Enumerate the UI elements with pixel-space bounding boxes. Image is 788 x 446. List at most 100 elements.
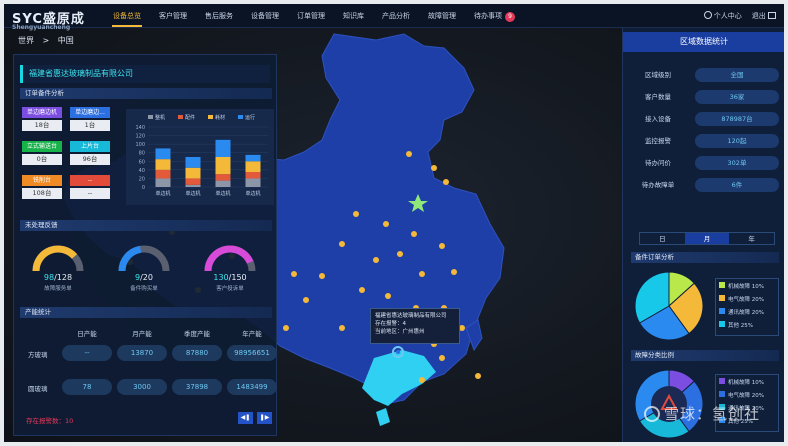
period-tab[interactable]: 月: [684, 233, 730, 244]
bar-segment[interactable]: [215, 180, 231, 187]
capacity-header: 月产能: [132, 330, 152, 338]
prev-page-button[interactable]: ◀❚: [238, 412, 253, 424]
capacity-cell: --: [62, 345, 112, 361]
legend-item: 通讯故障 20%: [719, 307, 775, 320]
bar-segment[interactable]: [155, 178, 171, 187]
map-marker-icon[interactable]: [283, 325, 289, 331]
nav-item[interactable]: 客户管理: [150, 4, 196, 28]
device-label[interactable]: 立式输送台: [22, 141, 62, 152]
legend-label: 机械故障 10%: [728, 380, 764, 386]
nav-item[interactable]: 订单管理: [288, 4, 334, 28]
capacity-cell: 3000: [117, 379, 167, 395]
next-page-button[interactable]: ❚▶: [257, 412, 272, 424]
nav-item[interactable]: 产品分析: [373, 4, 419, 28]
order-section-title: 订单备件分析: [20, 88, 272, 99]
region-stat-row: 接入设备 878987台: [629, 112, 779, 126]
user-center-link[interactable]: 个人中心: [703, 11, 742, 21]
breadcrumb-china[interactable]: 中国: [58, 36, 74, 45]
bar-segment[interactable]: [245, 172, 261, 179]
device-label[interactable]: --: [70, 175, 110, 186]
bar-segment[interactable]: [185, 157, 201, 168]
nav-item[interactable]: 售后服务: [196, 4, 242, 28]
legend-label: 电气故障 20%: [728, 393, 764, 399]
gauge-fill: [32, 245, 78, 272]
map-marker-icon[interactable]: [475, 373, 481, 379]
capacity-row-label: 方玻璃: [28, 351, 48, 359]
logo[interactable]: SYC盛原成 Shengyuancheng: [12, 8, 85, 31]
region-stat-label: 监控报警: [645, 137, 671, 145]
region-stat-value[interactable]: 6件: [695, 178, 779, 192]
map-marker-icon[interactable]: [353, 211, 359, 217]
map-marker-icon[interactable]: [439, 355, 445, 361]
map-marker-icon[interactable]: [359, 287, 365, 293]
bar-segment[interactable]: [155, 148, 171, 160]
map-marker-icon[interactable]: [431, 165, 437, 171]
region-stat-value[interactable]: 36家: [695, 90, 779, 104]
period-tab[interactable]: 日: [640, 233, 685, 244]
legend-swatch: [208, 115, 213, 119]
legend-swatch: [719, 391, 725, 397]
pie1-legend: 机械故障 10% 电气故障 20% 通讯故障 20% 其他 25%: [715, 278, 779, 336]
nav-item[interactable]: 知识库: [334, 4, 373, 28]
map-marker-icon[interactable]: [439, 243, 445, 249]
device-label[interactable]: 铣削台: [22, 175, 62, 186]
nav-item-label: 设备管理: [251, 12, 279, 20]
bar-segment[interactable]: [185, 167, 201, 179]
nav-item[interactable]: 设备总览: [104, 4, 150, 28]
bar-segment[interactable]: [245, 178, 261, 187]
region-stat-value[interactable]: 878987台: [695, 112, 779, 126]
region-stat-label: 待办问价: [645, 159, 671, 167]
legend-label: 机械故障 10%: [728, 284, 764, 290]
map-marker-icon[interactable]: [319, 273, 325, 279]
region-stat-row: 待办故障单 6件: [629, 178, 779, 192]
bar-segment[interactable]: [185, 178, 201, 185]
breadcrumb-world[interactable]: 世界: [18, 36, 34, 45]
region-stat-value[interactable]: 120起: [695, 134, 779, 148]
gauge-current: 130: [213, 273, 229, 282]
gauge-total: /20: [140, 273, 153, 282]
map-marker-icon[interactable]: [383, 221, 389, 227]
pie1-title: 备件订单分析: [631, 252, 779, 263]
nav-item[interactable]: 待办事项 9: [465, 4, 524, 28]
map-marker-icon[interactable]: [339, 325, 345, 331]
bar-segment[interactable]: [155, 159, 171, 170]
bar-segment[interactable]: [245, 161, 261, 172]
map-marker-icon[interactable]: [406, 151, 412, 157]
map-marker-icon[interactable]: [373, 257, 379, 263]
y-tick-label: 100: [135, 142, 145, 148]
capacity-header: 日产能: [77, 330, 97, 338]
map-marker-icon[interactable]: [419, 271, 425, 277]
gauge-value: 9/20: [109, 273, 179, 282]
map-marker-icon[interactable]: [397, 251, 403, 257]
map-marker-icon[interactable]: [339, 241, 345, 247]
logout-label: 退出: [751, 12, 766, 20]
bar-segment[interactable]: [155, 169, 171, 179]
legend-swatch: [719, 282, 725, 288]
map-marker-icon[interactable]: [385, 293, 391, 299]
map-marker-icon[interactable]: [303, 297, 309, 303]
period-tab[interactable]: 年: [729, 233, 774, 244]
device-label[interactable]: 上片台: [70, 141, 110, 152]
bar-segment[interactable]: [185, 184, 201, 187]
gauge-value: 98/128: [23, 273, 93, 282]
map-marker-icon[interactable]: [419, 377, 425, 383]
bar-segment[interactable]: [215, 139, 231, 157]
bar-segment[interactable]: [245, 154, 261, 162]
map-marker-icon[interactable]: [411, 231, 417, 237]
device-label[interactable]: 单边磨边机: [22, 107, 62, 118]
gauge-total: /150: [228, 273, 247, 282]
bar-segment[interactable]: [215, 174, 231, 181]
map-marker-icon[interactable]: [451, 269, 457, 275]
map-hainan[interactable]: [376, 408, 390, 426]
map-marker-icon[interactable]: [443, 179, 449, 185]
map-marker-icon[interactable]: [291, 271, 297, 277]
region-stat-value[interactable]: 302单: [695, 156, 779, 170]
bar-segment[interactable]: [215, 157, 231, 175]
device-label[interactable]: 单边磨边...: [70, 107, 110, 118]
nav-item[interactable]: 设备管理: [242, 4, 288, 28]
region-stat-value[interactable]: 全国: [695, 68, 779, 82]
nav-item[interactable]: 故障管理: [419, 4, 465, 28]
legend-swatch: [238, 115, 243, 119]
fault-section-title: 未处理反馈: [20, 220, 272, 231]
logout-link[interactable]: 退出: [752, 11, 776, 21]
